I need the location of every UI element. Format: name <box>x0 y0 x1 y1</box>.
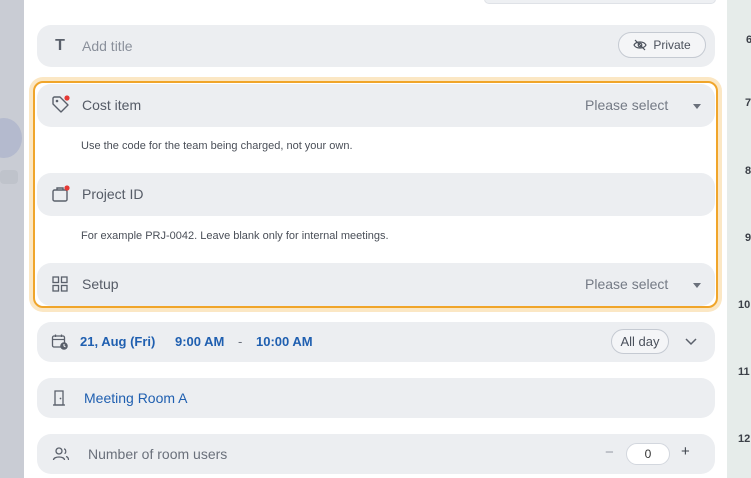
decrement-button[interactable]: − <box>605 444 614 461</box>
text-t-icon: T <box>55 37 65 54</box>
cost-item-select[interactable]: Cost item Please select <box>37 84 715 127</box>
cost-item-label: Cost item <box>82 97 142 113</box>
room-users-count[interactable]: 0 <box>626 443 670 465</box>
project-id-label: Project ID <box>82 186 144 202</box>
setup-value: Please select <box>585 276 669 292</box>
end-time-button[interactable]: 10:00 AM <box>256 334 313 349</box>
background-left-edge <box>0 0 24 478</box>
background-shape <box>0 170 18 184</box>
private-label: Private <box>653 38 691 52</box>
tag-icon <box>51 95 71 115</box>
caret-down-icon <box>693 104 701 109</box>
hour-label: 8 <box>745 165 751 177</box>
calendar-hour-column: 6 7 8 9 10 11 12 <box>727 0 751 478</box>
hour-label: 6 <box>746 34 751 46</box>
eye-off-icon <box>633 39 647 51</box>
time-separator: - <box>238 334 243 349</box>
background-shape <box>0 118 22 158</box>
grid-icon <box>52 276 68 292</box>
increment-button[interactable]: + <box>681 443 690 460</box>
top-control-edge <box>484 0 716 4</box>
title-row[interactable]: T Add title Private <box>37 25 715 67</box>
project-id-hint: For example PRJ-0042. Leave blank only f… <box>81 230 389 242</box>
all-day-toggle[interactable]: All day <box>611 329 669 354</box>
cost-item-value: Please select <box>585 97 669 113</box>
room-users-label: Number of room users <box>88 446 228 462</box>
setup-label: Setup <box>82 276 119 292</box>
date-button[interactable]: 21, Aug (Fri) <box>80 334 155 349</box>
room-row[interactable]: Meeting Room A <box>37 378 715 418</box>
datetime-row[interactable]: 21, Aug (Fri) 9:00 AM - 10:00 AM All day <box>37 322 715 362</box>
caret-down-icon <box>693 283 701 288</box>
door-icon <box>52 389 66 407</box>
calendar-clock-icon <box>51 333 69 351</box>
title-input[interactable]: Add title <box>82 38 133 54</box>
users-icon <box>52 446 70 462</box>
meeting-room-link[interactable]: Meeting Room A <box>84 390 188 406</box>
room-users-row: Number of room users − 0 + <box>37 434 715 474</box>
setup-select[interactable]: Setup Please select <box>37 263 715 306</box>
hour-label: 11 <box>738 366 750 378</box>
chevron-down-icon[interactable] <box>685 338 697 346</box>
cost-item-hint: Use the code for the team being charged,… <box>81 140 353 152</box>
start-time-button[interactable]: 9:00 AM <box>175 334 224 349</box>
hour-label: 9 <box>745 232 751 244</box>
project-id-input[interactable]: Project ID <box>37 173 715 216</box>
hour-label: 10 <box>738 299 751 311</box>
private-toggle-button[interactable]: Private <box>618 32 706 58</box>
hour-label: 12 <box>738 433 751 445</box>
hour-label: 7 <box>745 97 751 109</box>
briefcase-icon <box>51 184 71 204</box>
